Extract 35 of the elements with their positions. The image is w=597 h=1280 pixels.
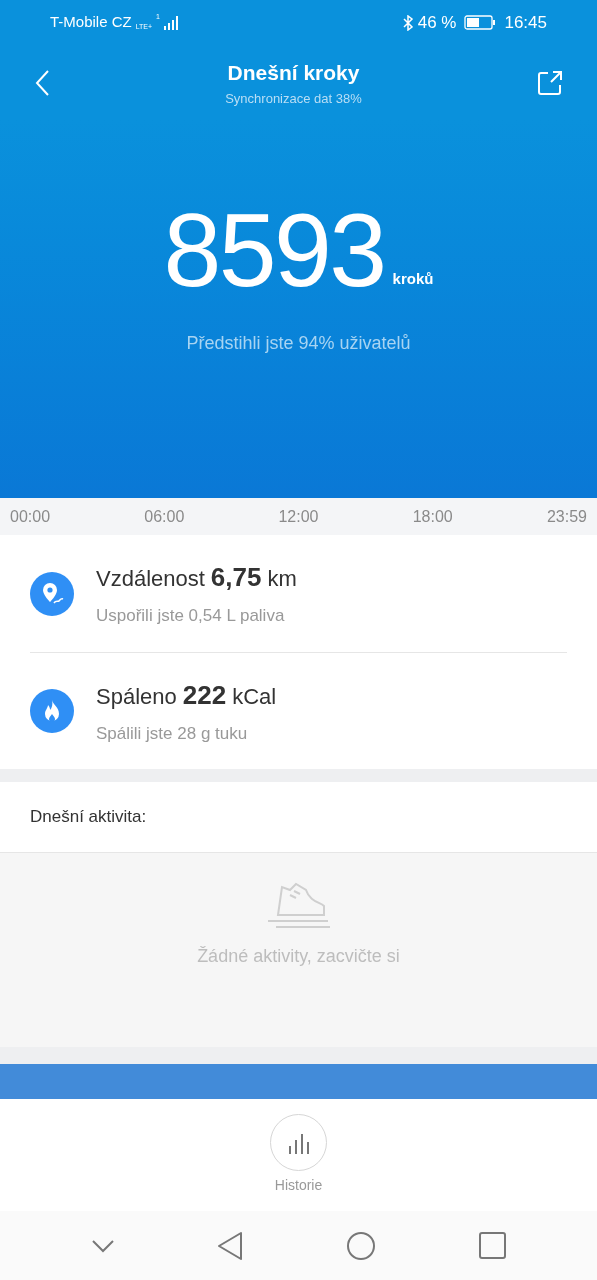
flame-icon	[30, 689, 74, 733]
sync-status: Synchronizace dat 38%	[225, 89, 362, 108]
chevron-down-icon[interactable]	[91, 1238, 114, 1253]
empty-activity-message: Žádné aktivity, zacvičte si	[197, 945, 400, 968]
time-axis-label: 23:59	[546, 506, 587, 527]
time-axis-label: 12:00	[278, 506, 319, 527]
stat-value: 6,75	[210, 561, 262, 595]
step-unit: kroků	[392, 268, 434, 289]
battery-percent: 46 %	[417, 11, 457, 34]
clock-time: 16:45	[504, 11, 547, 34]
signal-icon	[164, 15, 180, 30]
stat-unit: kCal	[232, 682, 277, 711]
history-label: Historie	[274, 1176, 323, 1195]
time-axis-label: 18:00	[412, 506, 453, 527]
users-comparison: Předstihli jste 94% uživatelů	[186, 332, 411, 355]
bar-chart-icon	[287, 1131, 310, 1154]
home-circle-icon[interactable]	[345, 1230, 376, 1261]
stat-label: Spáleno	[96, 682, 177, 711]
location-pin-icon	[30, 571, 74, 616]
activity-title: Dnešní aktivita:	[30, 806, 147, 829]
step-count: 8593	[163, 198, 385, 302]
page-title: Dnešní kroky	[227, 60, 360, 86]
time-axis-label: 06:00	[144, 506, 185, 527]
time-axis-label: 00:00	[10, 506, 51, 527]
stat-value: 222	[182, 678, 227, 712]
stat-unit: km	[267, 565, 297, 594]
battery-icon	[464, 15, 497, 30]
stat-note: Spálili jste 28 g tuku	[96, 722, 249, 745]
back-triangle-icon[interactable]	[216, 1230, 243, 1261]
carrier-name: T-Mobile CZ	[50, 12, 132, 33]
bluetooth-icon	[401, 14, 414, 31]
stat-label: Vzdálenost	[96, 565, 205, 594]
recents-square-icon[interactable]	[478, 1232, 506, 1259]
share-icon[interactable]	[537, 69, 563, 96]
stat-note: Uspořili jste 0,54 L paliva	[96, 605, 286, 628]
